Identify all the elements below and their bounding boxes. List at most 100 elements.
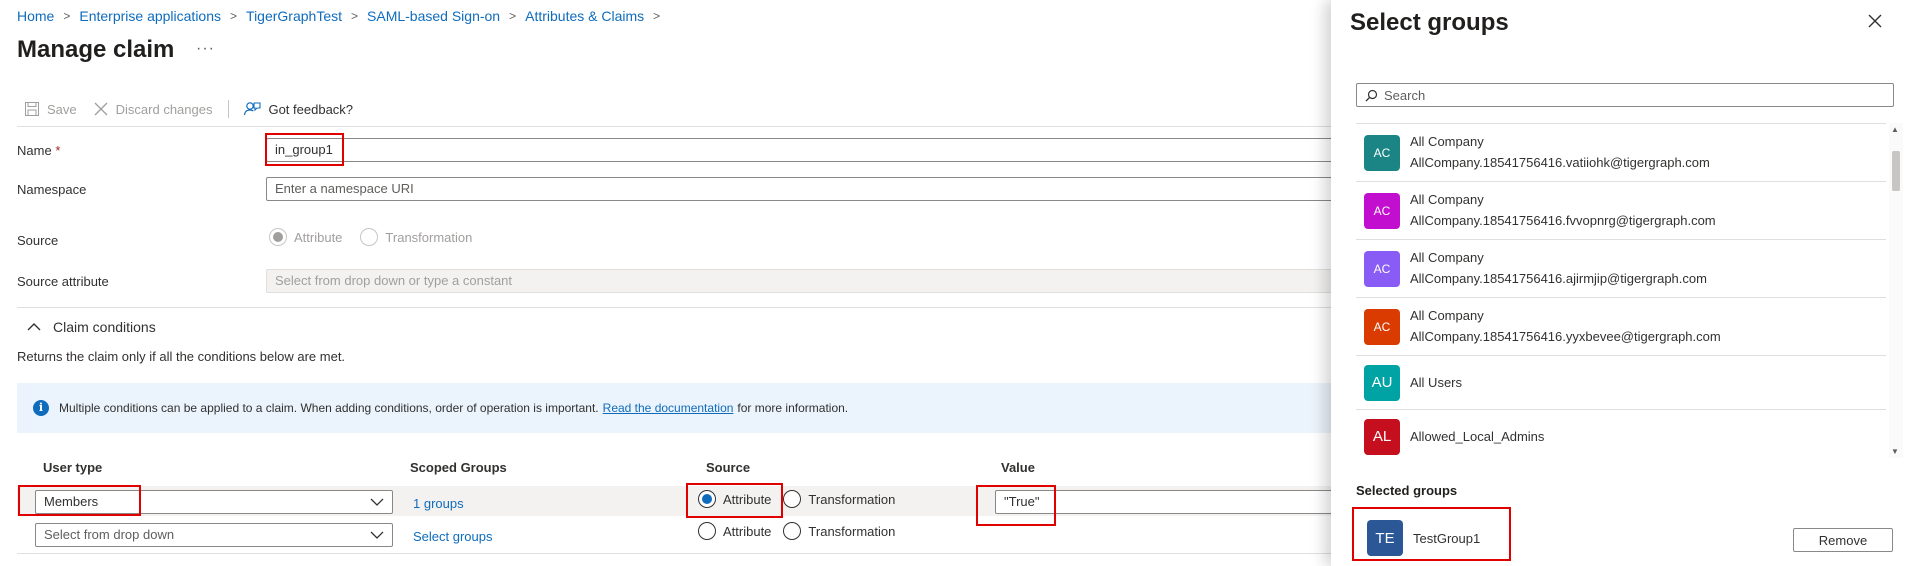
select-groups-link[interactable]: Select groups: [413, 529, 493, 544]
remove-button[interactable]: Remove: [1793, 528, 1893, 552]
group-list: AC All Company AllCompany.18541756416.vat…: [1356, 123, 1886, 458]
group-name: All Company: [1410, 133, 1484, 149]
chevron-right-icon: >: [653, 9, 661, 23]
highlight-box: [976, 485, 1056, 526]
divider: [17, 553, 1347, 554]
source-transformation-label: Transformation: [385, 229, 473, 245]
list-item[interactable]: AL Allowed_Local_Admins: [1356, 410, 1886, 458]
scroll-down-icon[interactable]: ▼: [1891, 447, 1899, 456]
feedback-label: Got feedback?: [268, 101, 354, 117]
group-email: AllCompany.18541756416.fvvopnrg@tigergra…: [1410, 212, 1716, 228]
breadcrumb-enterprise-applications[interactable]: Enterprise applications: [79, 8, 221, 24]
name-input[interactable]: in_group1: [266, 138, 1347, 162]
scroll-up-icon[interactable]: ▲: [1891, 125, 1899, 134]
condition-transformation-label: Transformation: [808, 523, 896, 539]
documentation-link[interactable]: Read the documentation: [603, 401, 734, 415]
list-item[interactable]: AC All Company AllCompany.18541756416.fvv…: [1356, 182, 1886, 240]
search-input[interactable]: Search: [1356, 83, 1894, 107]
radio-selected-dot: [273, 232, 283, 242]
avatar: AU: [1364, 364, 1400, 401]
list-item[interactable]: AC All Company AllCompany.18541756416.yyx…: [1356, 298, 1886, 356]
group-name: All Company: [1410, 249, 1484, 265]
source-transformation-radio[interactable]: [360, 228, 379, 246]
source-radio-group: Attribute Transformation: [269, 228, 490, 246]
search-placeholder: Search: [1384, 87, 1426, 103]
source-attribute-input[interactable]: Select from drop down or type a constant: [266, 269, 1347, 293]
info-text: Multiple conditions can be applied to a …: [59, 401, 599, 415]
chevron-down-icon: [370, 498, 384, 506]
highlight-box: [265, 133, 344, 166]
chevron-right-icon: >: [509, 9, 517, 23]
chevron-right-icon: >: [230, 9, 238, 23]
discard-changes-button[interactable]: Discard changes: [93, 101, 213, 117]
required-mark: *: [55, 143, 61, 158]
group-name: All Users: [1410, 374, 1463, 390]
discard-label: Discard changes: [115, 101, 213, 117]
select-groups-panel: Select groups Search AC All Company AllCo…: [1331, 0, 1917, 566]
panel-title: Select groups: [1350, 9, 1509, 36]
user-type-dropdown-empty[interactable]: Select from drop down: [35, 523, 393, 547]
feedback-icon: [244, 102, 262, 116]
user-type-placeholder: Select from drop down: [44, 527, 175, 542]
scoped-groups-link[interactable]: 1 groups: [413, 496, 464, 511]
group-name: All Company: [1410, 191, 1484, 207]
page-title: Manage claim: [17, 36, 175, 63]
breadcrumb-app[interactable]: TigerGraphTest: [246, 8, 342, 24]
chevron-down-icon: [370, 531, 384, 539]
list-item[interactable]: AU All Users: [1356, 356, 1886, 410]
claim-conditions-toggle[interactable]: Claim conditions: [27, 319, 156, 335]
source-label: Source: [17, 233, 59, 248]
feedback-button[interactable]: Got feedback?: [243, 100, 353, 118]
chevron-right-icon: >: [63, 9, 71, 23]
breadcrumb-attributes-claims[interactable]: Attributes & Claims: [525, 8, 644, 24]
avatar: AC: [1364, 192, 1400, 229]
toolbar-divider: [228, 100, 230, 118]
condition-attribute-label: Attribute: [723, 523, 772, 539]
condition-source-radio-group-2: Attribute Transformation: [698, 522, 913, 540]
save-icon: [25, 102, 39, 116]
claim-conditions-description: Returns the claim only if all the condit…: [17, 349, 346, 364]
column-header-scoped-groups: Scoped Groups: [410, 460, 507, 475]
search-icon: [1365, 89, 1378, 101]
list-scrollbar[interactable]: ▲ ▼: [1889, 123, 1903, 458]
condition-transformation-label: Transformation: [808, 491, 896, 507]
group-email: AllCompany.18541756416.ajirmjip@tigergra…: [1410, 270, 1707, 286]
save-label: Save: [47, 101, 77, 117]
source-attribute-radio[interactable]: [269, 228, 287, 246]
info-banner: i Multiple conditions can be applied to …: [17, 383, 1347, 433]
divider: [17, 126, 1347, 127]
chevron-up-icon: [27, 323, 41, 331]
list-item[interactable]: AC All Company AllCompany.18541756416.aji…: [1356, 240, 1886, 298]
highlight-box: [1352, 507, 1511, 561]
namespace-input[interactable]: Enter a namespace URI: [266, 177, 1347, 201]
info-icon: i: [33, 400, 49, 416]
highlight-box: [18, 485, 141, 516]
breadcrumb-home[interactable]: Home: [17, 8, 54, 24]
breadcrumb-saml[interactable]: SAML-based Sign-on: [367, 8, 500, 24]
close-icon: [94, 102, 108, 116]
list-item[interactable]: AC All Company AllCompany.18541756416.vat…: [1356, 124, 1886, 182]
chevron-right-icon: >: [351, 9, 359, 23]
highlight-box: [686, 483, 783, 518]
condition-transformation-radio[interactable]: [783, 490, 802, 508]
avatar: AC: [1364, 250, 1400, 287]
breadcrumb: Home > Enterprise applications > TigerGr…: [17, 8, 669, 24]
condition-transformation-radio[interactable]: [783, 522, 802, 540]
name-label: Name *: [17, 143, 60, 158]
scrollbar-thumb[interactable]: [1892, 151, 1900, 191]
avatar: AC: [1364, 308, 1400, 345]
column-header-source: Source: [706, 460, 751, 475]
close-icon[interactable]: [1868, 14, 1882, 28]
group-name: All Company: [1410, 307, 1484, 323]
namespace-label: Namespace: [17, 182, 87, 197]
name-label-text: Name: [17, 143, 52, 158]
more-options-button[interactable]: ···: [196, 40, 215, 58]
condition-attribute-radio[interactable]: [698, 522, 716, 540]
group-email: AllCompany.18541756416.vatiiohk@tigergra…: [1410, 154, 1710, 170]
selected-groups-title: Selected groups: [1356, 483, 1458, 498]
info-suffix: for more information.: [737, 401, 849, 415]
save-button[interactable]: Save: [24, 101, 77, 117]
toolbar: Save Discard changes Got feedback?: [24, 100, 369, 118]
source-attribute-field-label: Source attribute: [17, 274, 109, 289]
avatar: AC: [1364, 134, 1400, 171]
